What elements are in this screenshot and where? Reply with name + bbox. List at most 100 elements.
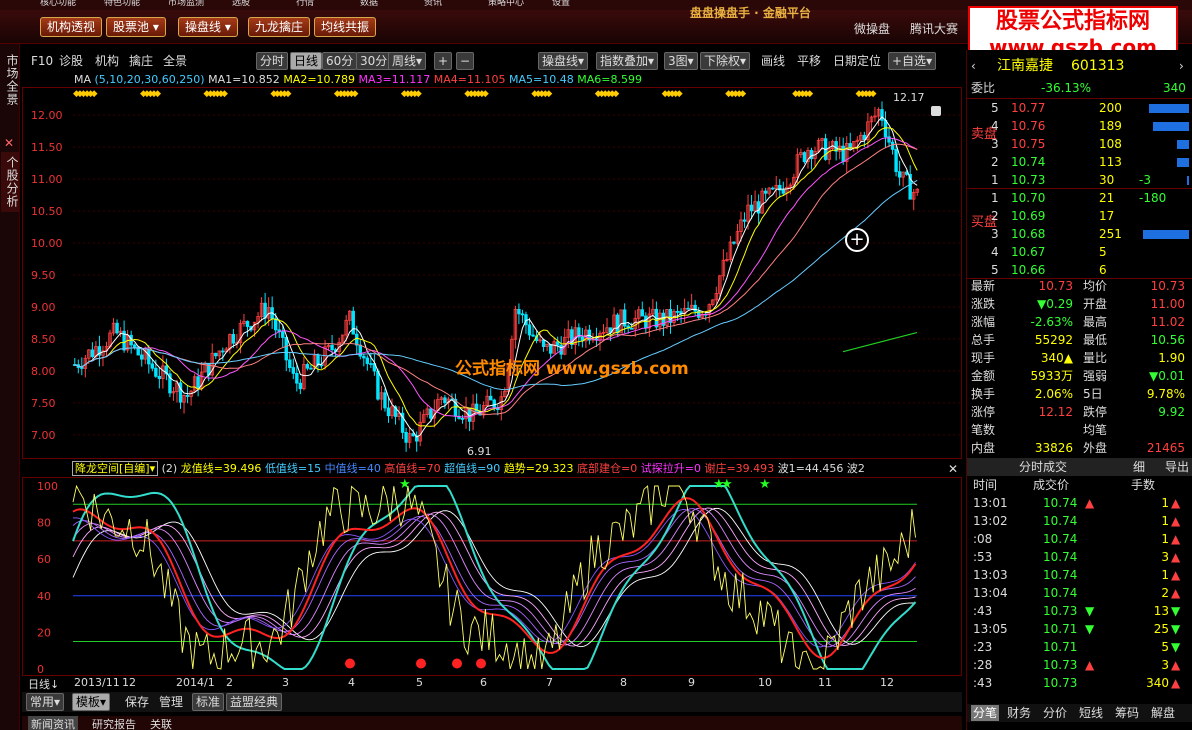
chevron-left-icon[interactable]: ‹ (971, 58, 976, 74)
tab-30min[interactable]: 30分 (356, 52, 392, 70)
trade-price: 10.73 (1043, 604, 1078, 618)
stat-value: 11.00 (1150, 297, 1185, 311)
y-tick-label: 10.00 (31, 237, 63, 250)
f10-link[interactable]: F10 (28, 52, 56, 70)
ex-rights-dropdown[interactable]: 下除权▾ (700, 52, 751, 70)
tab-60min[interactable]: 60分 (322, 52, 358, 70)
yimeng-tab[interactable]: 益盟经典 (226, 693, 283, 711)
add-watchlist-button[interactable]: +自选▾ (888, 52, 937, 70)
weicha-value: 340 (1163, 81, 1186, 95)
caopan-dropdown[interactable]: 操盘线▾ (538, 52, 589, 70)
quote-tab[interactable]: 解盘 (1151, 705, 1175, 721)
jiulong-button[interactable]: 九龙擒庄 (248, 17, 311, 37)
menu-item-5[interactable]: 数据 (360, 0, 378, 8)
jigou-link[interactable]: 机构 (92, 52, 122, 70)
zoom-out-button[interactable]: − (456, 52, 475, 70)
menu-item-6[interactable]: 资讯 (424, 0, 442, 8)
chevron-down-icon: ▾ (152, 20, 159, 34)
shift-link[interactable]: 平移 (794, 52, 824, 70)
candle-body (298, 382, 303, 390)
zoom-in-button[interactable]: + (434, 52, 453, 70)
common-dropdown[interactable]: 常用▾ (26, 693, 65, 711)
ma1-value: MA1=10.852 (208, 73, 280, 86)
tab-related[interactable]: 关联 (150, 716, 172, 730)
chevron-right-icon[interactable]: › (1179, 58, 1184, 74)
candle-body (80, 367, 84, 369)
common-label: 常用 (30, 695, 55, 709)
y-tick-label: 9.50 (31, 269, 56, 282)
candle-body (548, 343, 553, 354)
minus-icon: − (460, 54, 471, 68)
quote-tab[interactable]: 筹码 (1115, 705, 1139, 721)
tab-news[interactable]: 新闻资讯 (28, 716, 78, 730)
quote-tab[interactable]: 分笔 (971, 705, 1000, 721)
candle-body (291, 367, 296, 374)
template-dropdown[interactable]: 模板▾ (72, 693, 111, 711)
menu-item-8[interactable]: 设置 (552, 0, 570, 8)
trade-price: 10.73 (1043, 676, 1078, 690)
export-button[interactable]: 导出 (1165, 459, 1189, 475)
tab-research[interactable]: 研究报告 (92, 716, 136, 730)
tab-stock-analysis[interactable]: 个股分析 (1, 152, 19, 212)
lock-icon[interactable] (931, 106, 941, 116)
menu-item-3[interactable]: 选股 (232, 0, 250, 8)
candle-body (288, 359, 292, 368)
junxian-button[interactable]: 均线共振 (314, 17, 377, 37)
candle-body (890, 141, 895, 150)
x-tick-label: 12 (122, 676, 136, 689)
menu-item-2[interactable]: 市场监测 (168, 0, 204, 8)
tab-daily[interactable]: 日线 (290, 52, 323, 70)
manage-button[interactable]: 管理 (156, 693, 186, 711)
close-indicator-icon[interactable]: ✕ (948, 462, 958, 476)
quote-tab[interactable]: 分价 (1043, 705, 1067, 721)
indicator-select[interactable]: 降龙空间[自编]▾ (72, 461, 159, 476)
gaozhi-value: 高值线=70 (384, 462, 441, 475)
menu-item-7[interactable]: 策略中心 (488, 0, 524, 8)
qinzhuang-link[interactable]: 擒庄 (126, 52, 156, 70)
weibi-label: 委比 (971, 81, 996, 95)
quote-tab[interactable]: 短线 (1079, 705, 1103, 721)
tab-market-overview[interactable]: 市场全景 (1, 50, 19, 110)
draw-line-link[interactable]: 画线 (758, 52, 788, 70)
tab-intraday[interactable]: 分时 (256, 52, 289, 70)
plus-icon: + (438, 54, 449, 68)
tencent-contest-link[interactable]: 腾讯大赛 (910, 20, 958, 37)
stock-code: 601313 (1071, 58, 1125, 74)
quanjing-link[interactable]: 全景 (160, 52, 190, 70)
signal-diamond: ◆ (482, 89, 489, 99)
candle-body (319, 364, 324, 367)
zhengu-link[interactable]: 诊股 (56, 52, 86, 70)
xiezhuang-value: 谢庄=39.493 (704, 462, 775, 475)
menu-item-0[interactable]: 核心功能 (40, 0, 76, 8)
buy-price: 10.70 (1011, 191, 1046, 205)
stat-value: 2.06% (1034, 387, 1073, 401)
x-tick-label: 9 (688, 676, 695, 689)
three-chart-dropdown[interactable]: 3图▾ (664, 52, 698, 70)
tab-weekly[interactable]: 周线▾ (388, 52, 427, 70)
indicator-chart[interactable]: 0 20 40 60 80 100 ★ ★ ★ ★ (22, 477, 962, 676)
trade-time: 13:05 (973, 622, 1008, 636)
menu-item-4[interactable]: 行情 (296, 0, 314, 8)
x-tick-label: 4 (348, 676, 355, 689)
close-icon[interactable]: ✕ (4, 136, 14, 150)
crosshair-plus-icon[interactable]: + (845, 228, 869, 252)
jigou-toushi-button[interactable]: 机构透视 (40, 17, 103, 37)
trade-price: 10.73 (1043, 658, 1078, 672)
date-locate-link[interactable]: 日期定位 (830, 52, 884, 70)
candle-body (351, 310, 355, 335)
caopan-line-button[interactable]: 操盘线 ▾ (178, 17, 238, 37)
stock-pool-button[interactable]: 股票池 ▾ (106, 17, 166, 37)
micro-caopan-link[interactable]: 微操盘 (854, 20, 890, 37)
menu-item-1[interactable]: 特色功能 (104, 0, 140, 8)
detail-button[interactable]: 细 (1133, 459, 1145, 475)
kline-chart[interactable]: 7.00 7.50 8.00 8.50 9.00 9.50 10.00 10.50 11.00 1… (22, 87, 963, 459)
buy-level: 4 (991, 245, 999, 259)
save-button[interactable]: 保存 (122, 693, 152, 711)
standard-tab[interactable]: 标准 (192, 693, 225, 711)
index-overlay-dropdown[interactable]: 指数叠加▾ (596, 52, 659, 70)
x-tick-label: 8 (620, 676, 627, 689)
period-label[interactable]: 日线↓ (28, 676, 59, 692)
trade-time: :28 (973, 658, 993, 672)
quote-tab[interactable]: 财务 (1007, 705, 1031, 721)
stat-label: 涨幅 (971, 315, 996, 329)
